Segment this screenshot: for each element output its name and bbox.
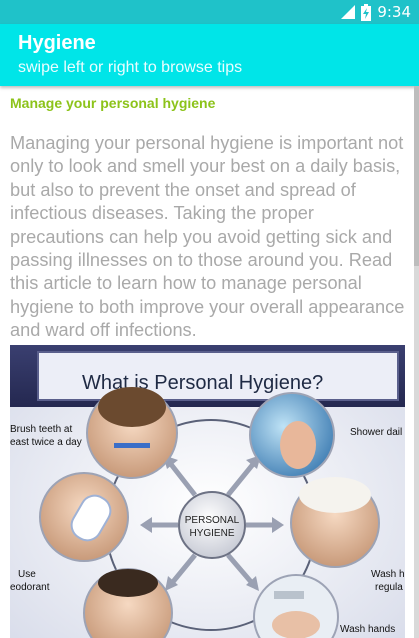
label-deodorant-line1: Use (18, 569, 36, 580)
article-heading: Manage your personal hygiene (10, 95, 216, 111)
app-title: Hygiene (18, 32, 96, 54)
signal-icon (341, 5, 356, 19)
article-content[interactable]: Manage your personal hygiene Managing yo… (0, 86, 414, 638)
label-shower: Shower dail (350, 427, 402, 438)
infographic-svg: What is Personal Hygiene? PERSONAL HYGIE… (10, 345, 405, 638)
label-brush-line2: east twice a day (10, 437, 82, 448)
article-body: Managing your personal hygiene is import… (10, 133, 405, 341)
battery-charging-icon (361, 3, 372, 21)
label-brush-line1: Brush teeth at (10, 424, 72, 435)
status-bar: 9:34 (0, 0, 419, 24)
clock: 9:34 (377, 3, 411, 21)
scrollbar-thumb[interactable] (414, 86, 419, 266)
label-deodorant-line2: eodorant (10, 582, 50, 593)
app-bar: Hygiene swipe left or right to browse ti… (0, 24, 419, 86)
label-wash-line2: regula (375, 582, 403, 593)
status-icons: 9:34 (341, 2, 411, 22)
center-label-line2: HYGIENE (189, 528, 234, 539)
label-wash-line1: Wash h (371, 569, 405, 580)
label-wash-hands: Wash hands (340, 624, 395, 635)
hygiene-infographic: What is Personal Hygiene? PERSONAL HYGIE… (10, 345, 405, 638)
center-label-line1: PERSONAL (185, 515, 240, 526)
app-subtitle: swipe left or right to browse tips (18, 59, 243, 76)
